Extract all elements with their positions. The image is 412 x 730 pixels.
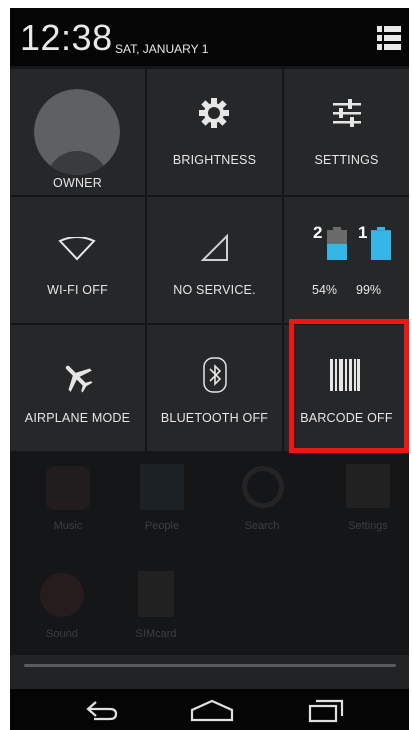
battery-tile[interactable]: 2 1 54% 99% <box>284 197 409 323</box>
wifi-label: WI-FI OFF <box>47 283 108 297</box>
phone-screen: 12:38 SAT, JANUARY 1 Music People Search… <box>10 8 409 730</box>
status-bar: 12:38 SAT, JANUARY 1 <box>10 8 409 66</box>
panel-footer <box>10 655 409 689</box>
wifi-icon <box>58 237 96 261</box>
battery-icon <box>327 227 347 260</box>
settings-tile[interactable]: SETTINGS <box>284 69 409 195</box>
bg-app-label: Settings <box>348 520 388 532</box>
barcode-tile[interactable]: BARCODE OFF <box>284 325 409 451</box>
airplane-tile[interactable]: AIRPLANE MODE <box>10 325 145 451</box>
bg-app-label: Sound <box>46 628 78 640</box>
sliders-icon <box>333 99 361 127</box>
battery-icon <box>371 227 391 260</box>
barcode-icon <box>330 359 360 391</box>
bluetooth-icon <box>203 357 227 393</box>
bg-app-label: SIMcard <box>135 628 177 640</box>
brightness-tile[interactable]: BRIGHTNESS <box>147 69 282 195</box>
owner-label: OWNER <box>53 176 102 190</box>
avatar-icon <box>34 89 120 175</box>
date: SAT, JANUARY 1 <box>115 42 209 56</box>
signal-icon <box>200 233 228 261</box>
airplane-label: AIRPLANE MODE <box>24 411 131 425</box>
bluetooth-tile[interactable]: BLUETOOTH OFF <box>147 325 282 451</box>
bluetooth-label: BLUETOOTH OFF <box>160 411 269 425</box>
bg-settings-icon <box>346 464 390 508</box>
bg-simcard-icon <box>138 571 174 617</box>
battery-percent-2: 99% <box>356 283 382 297</box>
bg-sound-icon <box>40 573 84 617</box>
brightness-icon <box>199 98 229 128</box>
bg-people-icon <box>140 464 184 510</box>
settings-label: SETTINGS <box>314 153 379 167</box>
home-icon[interactable] <box>182 696 242 724</box>
bg-app-label: Search <box>244 520 280 532</box>
signal-label: NO SERVICE. <box>173 283 256 297</box>
bg-app-label: People <box>144 520 180 532</box>
wifi-tile[interactable]: WI-FI OFF <box>10 197 145 323</box>
recent-apps-icon[interactable] <box>298 696 358 724</box>
owner-tile[interactable]: OWNER <box>10 69 145 195</box>
navigation-bar <box>10 689 409 730</box>
battery-slot-2: 2 <box>313 223 323 242</box>
brightness-label: BRIGHTNESS <box>172 153 257 167</box>
bg-app-label: Music <box>53 520 83 532</box>
signal-tile[interactable]: NO SERVICE. <box>147 197 282 323</box>
bg-music-icon <box>46 466 90 510</box>
barcode-label: BARCODE OFF <box>300 411 393 425</box>
bg-search-icon <box>242 466 284 508</box>
battery-percent-1: 54% <box>312 283 338 297</box>
back-icon[interactable] <box>72 696 132 724</box>
battery-slot-1: 1 <box>358 223 368 242</box>
notifications-list-icon[interactable] <box>377 26 401 54</box>
clock: 12:38 <box>20 17 113 58</box>
drag-handle[interactable] <box>24 664 396 667</box>
airplane-icon <box>65 365 93 393</box>
